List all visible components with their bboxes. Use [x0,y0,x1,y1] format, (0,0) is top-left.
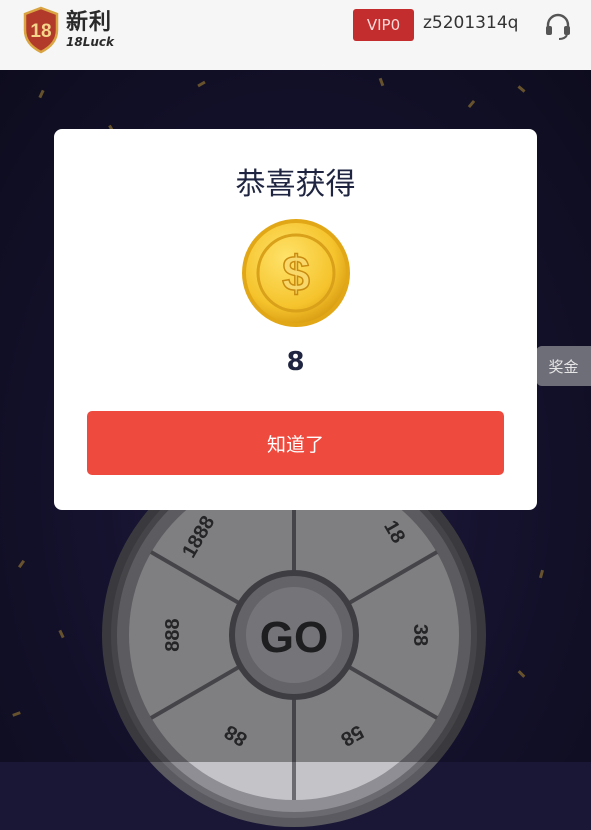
modal-title: 恭喜获得 [235,167,356,202]
headset-icon[interactable] [543,11,573,41]
logo-english-text: 18Luck [66,35,114,49]
logo-numeral: 18 [30,21,51,42]
bonus-side-tab[interactable]: 奖金 [536,346,591,386]
shield-logo-icon: 18 [23,6,59,54]
dollar-coin-icon: $ [242,219,350,327]
svg-text:$: $ [282,246,310,302]
prize-amount: 8 [286,347,305,377]
username-label[interactable]: z5201314q [423,13,518,33]
logo-chinese-text: 新利 [66,10,113,35]
brand-logo[interactable]: 18 新利 18Luck [22,6,114,54]
vip-level-badge[interactable]: VIP0 [353,9,414,41]
confirm-button[interactable]: 知道了 [87,411,504,475]
top-bar: 18 新利 18Luck VIP0 z5201314q [0,0,591,70]
reward-modal: 恭喜获得 $ 8 知道了 [54,129,537,510]
